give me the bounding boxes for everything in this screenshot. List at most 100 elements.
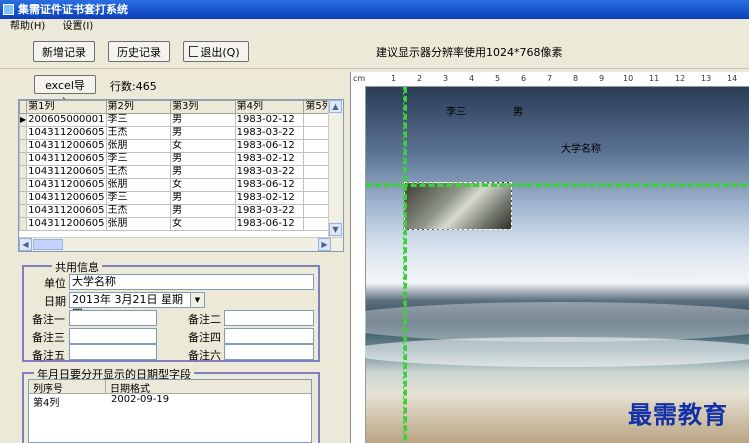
grid-table: 第1列 第2列 第3列 第4列 第5列 ▶ 200605000001 李三男 1983…: [19, 100, 343, 231]
cell[interactable]: 1983-02-12: [234, 152, 305, 166]
column-header[interactable]: 第3列: [170, 100, 236, 114]
preview-gender[interactable]: 男: [513, 103, 523, 118]
grid-vertical-scrollbar[interactable]: ▲ ▼: [328, 100, 343, 238]
cell[interactable]: 1983-06-12: [234, 178, 305, 192]
cell[interactable]: 104311200605: [26, 139, 107, 153]
scroll-thumb[interactable]: [33, 239, 63, 250]
cell[interactable]: 王杰: [105, 165, 172, 179]
note2-input[interactable]: [224, 310, 314, 326]
cell[interactable]: 1983-06-12: [234, 217, 305, 231]
note1-input[interactable]: [69, 310, 157, 326]
cell[interactable]: 104311200605: [26, 126, 107, 140]
table-row[interactable]: ▶ 200605000001 李三男 1983-02-12: [19, 113, 343, 127]
cell[interactable]: 104311200605: [26, 204, 107, 218]
excel-import-button[interactable]: excel导入: [34, 75, 96, 109]
column-header[interactable]: 第1列: [26, 100, 107, 114]
data-grid[interactable]: 第1列 第2列 第3列 第4列 第5列 ▶ 200605000001 李三男 1983…: [18, 99, 344, 252]
cell[interactable]: 男: [170, 204, 236, 218]
note6-input[interactable]: [224, 344, 314, 360]
table-row[interactable]: 104311200605 王杰男 1983-03-22: [19, 165, 343, 179]
column-header[interactable]: 第2列: [105, 100, 172, 114]
cell[interactable]: 王杰: [105, 204, 172, 218]
photo-placeholder[interactable]: [404, 182, 512, 230]
scroll-down-icon[interactable]: ▼: [329, 223, 342, 236]
note4-input[interactable]: [224, 328, 314, 344]
history-button[interactable]: 历史记录: [108, 41, 170, 62]
date-label: 日期: [44, 295, 66, 308]
date-picker[interactable]: 2013年 3月21日 星期四 ▼: [69, 292, 205, 320]
cell[interactable]: 200605000001: [26, 113, 107, 127]
table-row[interactable]: 104311200605 李三男 1983-02-12: [19, 152, 343, 166]
list-item[interactable]: 第4列 2002-09-19: [29, 394, 311, 409]
ruler-tick: 1: [391, 74, 397, 83]
preview-school[interactable]: 大学名称: [561, 140, 601, 155]
exit-door-icon: [189, 46, 198, 57]
row-header: [19, 191, 28, 205]
wave-foam: [351, 302, 749, 342]
print-preview[interactable]: cm 1 2 3 4 5 6 7 8 9 10 11 12 13 14 李三 男…: [350, 72, 749, 443]
scroll-left-icon[interactable]: ◀: [19, 238, 32, 251]
cell[interactable]: 104311200605: [26, 178, 107, 192]
cell[interactable]: 张朋: [105, 217, 172, 231]
cell[interactable]: 男: [170, 152, 236, 166]
unit-input[interactable]: 大学名称: [69, 274, 314, 290]
table-row[interactable]: 104311200605 张朋女 1983-06-12: [19, 139, 343, 153]
cell[interactable]: 104311200605: [26, 165, 107, 179]
horizontal-ruler: cm 1 2 3 4 5 6 7 8 9 10 11 12 13 14: [351, 72, 749, 87]
note3-label: 备注三: [32, 331, 65, 344]
table-row[interactable]: 104311200605 李三男 1983-02-12: [19, 191, 343, 205]
cell[interactable]: 女: [170, 178, 236, 192]
preview-name[interactable]: 李三: [446, 103, 466, 118]
wave-foam: [351, 337, 749, 367]
ruler-tick: 4: [469, 74, 475, 83]
new-record-button[interactable]: 新增记录: [33, 41, 95, 62]
dropdown-arrow-icon[interactable]: ▼: [190, 293, 204, 307]
cell[interactable]: 104311200605: [26, 217, 107, 231]
cell[interactable]: 男: [170, 165, 236, 179]
table-row[interactable]: 104311200605 王杰男 1983-03-22: [19, 204, 343, 218]
date-field-format: 2002-09-19: [111, 394, 170, 405]
cell[interactable]: 1983-03-22: [234, 165, 305, 179]
grid-horizontal-scrollbar[interactable]: ◀ ▶: [19, 237, 343, 251]
table-row[interactable]: 104311200605 张朋女 1983-06-12: [19, 178, 343, 192]
background-photo: [351, 87, 749, 443]
cell[interactable]: 男: [170, 191, 236, 205]
cell[interactable]: 男: [170, 113, 236, 127]
cell[interactable]: 女: [170, 217, 236, 231]
date-fields-list[interactable]: 列序号 日期格式 第4列 2002-09-19: [28, 379, 312, 443]
col-format-header[interactable]: 日期格式: [105, 380, 150, 395]
cell[interactable]: 张朋: [105, 139, 172, 153]
cell[interactable]: 女: [170, 139, 236, 153]
note5-input[interactable]: [69, 344, 157, 360]
cell[interactable]: 张朋: [105, 178, 172, 192]
col-seq-header[interactable]: 列序号: [33, 380, 63, 395]
cell[interactable]: 1983-03-22: [234, 126, 305, 140]
cell[interactable]: 1983-02-12: [234, 113, 305, 127]
table-row[interactable]: 104311200605 王杰男 1983-03-22: [19, 126, 343, 140]
cell[interactable]: 104311200605: [26, 191, 107, 205]
menu-help[interactable]: 帮助(H): [10, 21, 45, 32]
column-header[interactable]: 第4列: [234, 100, 305, 114]
ruler-tick: 11: [649, 74, 660, 83]
exit-button[interactable]: 退出(Q): [183, 41, 249, 62]
preview-date[interactable]: 2013 03 21: [636, 266, 693, 277]
guide-line: [366, 183, 749, 187]
scroll-up-icon[interactable]: ▲: [329, 100, 342, 113]
ruler-tick: 2: [417, 74, 423, 83]
cell[interactable]: 男: [170, 126, 236, 140]
cell[interactable]: 1983-02-12: [234, 191, 305, 205]
cell[interactable]: 李三: [105, 152, 172, 166]
scroll-right-icon[interactable]: ▶: [318, 238, 331, 251]
cell[interactable]: 1983-06-12: [234, 139, 305, 153]
cell[interactable]: 李三: [105, 191, 172, 205]
menu-settings[interactable]: 设置(I): [63, 21, 94, 32]
cell[interactable]: 104311200605: [26, 152, 107, 166]
cell[interactable]: 李三: [105, 113, 172, 127]
note3-input[interactable]: [69, 328, 157, 344]
table-row[interactable]: 104311200605 张朋女 1983-06-12: [19, 217, 343, 231]
row-header: [19, 152, 28, 166]
date-fields-group: 年月日要分开显示的日期型字段 列序号 日期格式 第4列 2002-09-19: [22, 366, 320, 443]
cell[interactable]: 王杰: [105, 126, 172, 140]
cell[interactable]: 1983-03-22: [234, 204, 305, 218]
row-header: [19, 204, 28, 218]
